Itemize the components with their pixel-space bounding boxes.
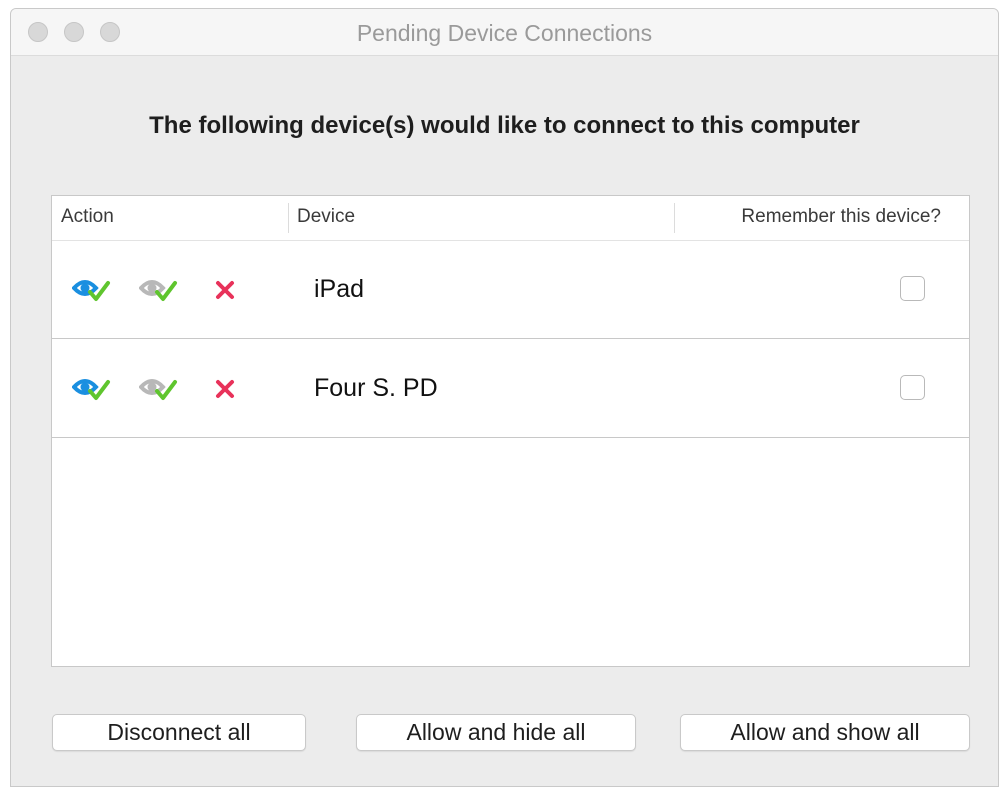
eye-check-gray-icon[interactable]: [139, 275, 179, 305]
title-bar: Pending Device Connections: [11, 9, 998, 56]
disconnect-all-button[interactable]: Disconnect all: [52, 714, 306, 751]
allow-show-all-button[interactable]: Allow and show all: [680, 714, 970, 751]
column-divider: [674, 203, 675, 233]
close-x-icon[interactable]: [213, 278, 237, 302]
eye-check-icon[interactable]: [72, 275, 112, 305]
column-header-device: Device: [297, 206, 356, 227]
pending-connections-window: Pending Device Connections The following…: [10, 8, 999, 787]
window-title: Pending Device Connections: [356, 20, 653, 46]
column-divider: [288, 203, 289, 233]
column-header-action: Action: [61, 206, 114, 227]
eye-check-gray-icon[interactable]: [139, 374, 179, 404]
column-header-remember: Remember this device?: [741, 206, 941, 227]
remember-device-checkbox[interactable]: [900, 375, 925, 400]
table-row: iPad: [52, 240, 969, 339]
table-header: Action Device Remember this device?: [52, 196, 969, 241]
table-row: Four S. PD: [52, 339, 969, 438]
close-x-icon[interactable]: [213, 377, 237, 401]
allow-hide-all-button[interactable]: Allow and hide all: [356, 714, 636, 751]
device-table: Action Device Remember this device? iPad…: [51, 195, 970, 667]
device-name: iPad: [314, 275, 365, 303]
device-name: Four S. PD: [314, 374, 438, 402]
eye-check-icon[interactable]: [72, 374, 112, 404]
dialog-heading: The following device(s) would like to co…: [149, 112, 860, 139]
remember-device-checkbox[interactable]: [900, 276, 925, 301]
